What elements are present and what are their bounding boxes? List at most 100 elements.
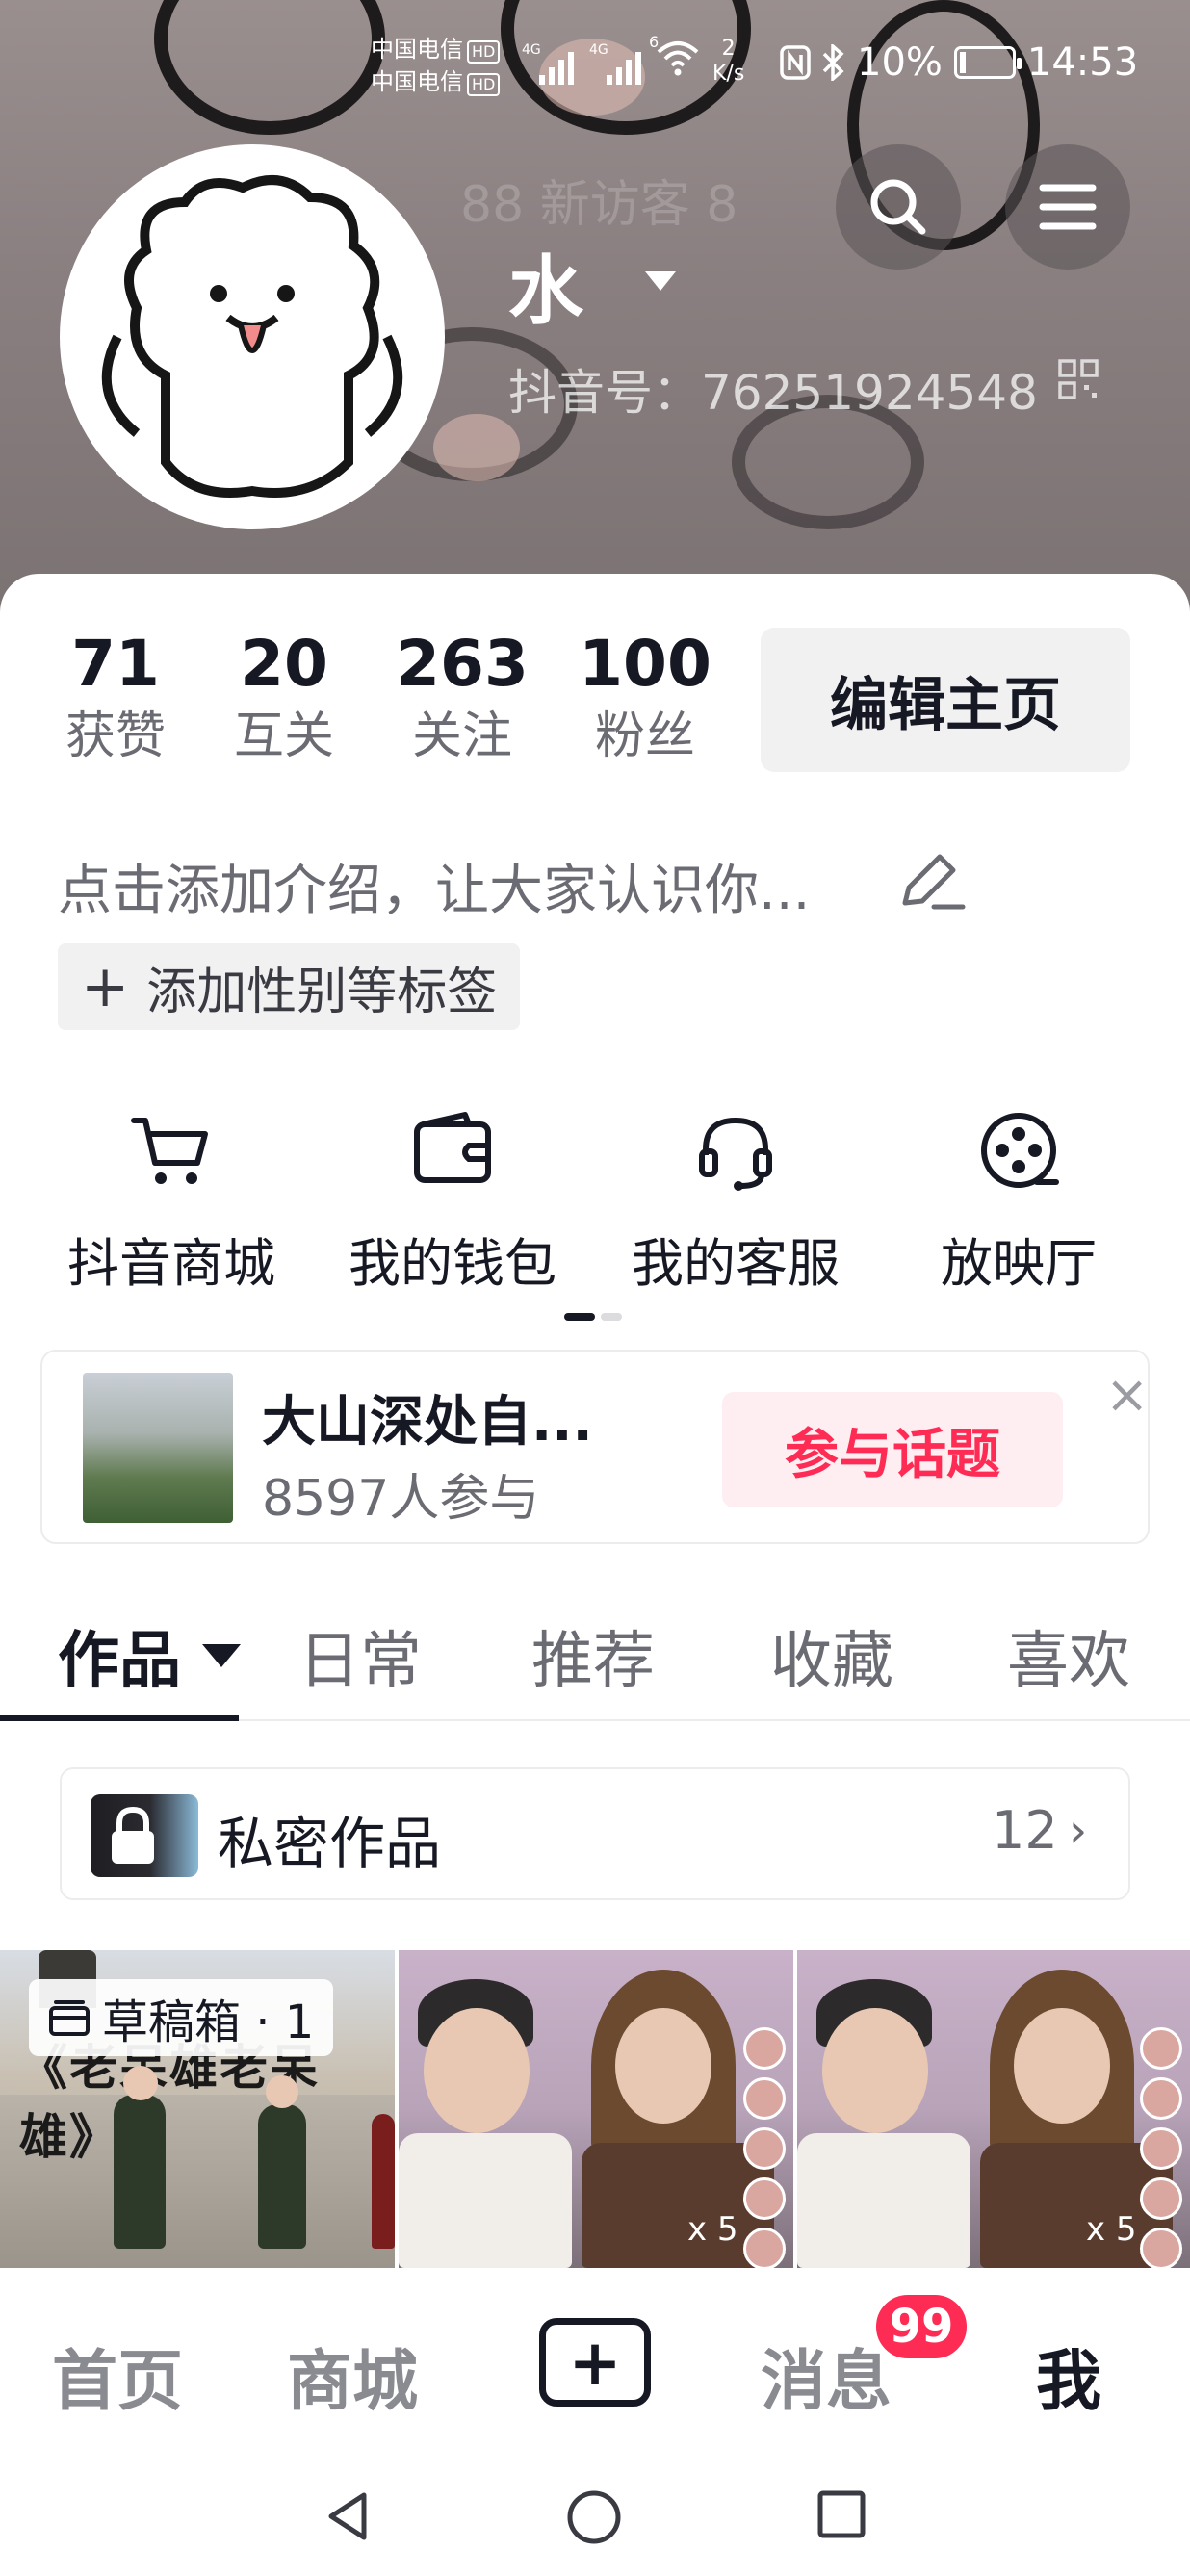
clock: 14:53 — [1026, 40, 1139, 85]
recents-square-icon[interactable] — [816, 2489, 867, 2539]
private-works-count: 12 — [992, 1800, 1058, 1861]
edit-profile-button[interactable]: 编辑主页 — [761, 628, 1130, 772]
service-label: 我的钱包 — [349, 1233, 556, 1294]
service-mall[interactable]: 抖音商城 — [27, 1107, 316, 1297]
cart-icon — [131, 1118, 208, 1184]
carrier-name: 中国电信 — [371, 36, 463, 63]
qr-code-icon[interactable] — [1057, 358, 1099, 400]
services-row: 抖音商城 我的钱包 我的客服 放映厅 — [0, 1107, 1190, 1300]
wifi-version-label: 6 — [649, 33, 660, 51]
back-triangle-icon[interactable] — [323, 2489, 372, 2543]
unread-badge: 99 — [872, 2291, 970, 2362]
stat-label: 获赞 — [65, 708, 166, 765]
status-bar: 中国电信 HD 中国电信 HD 4G 4G 6 2 K/s 10% 14:53 — [0, 0, 1190, 135]
video-grid: 《老呆雄老呆雄》 草稿箱 · 1 x 5 x 5 — [0, 1950, 1190, 2268]
menu-button[interactable] — [1005, 144, 1130, 270]
signal-icon: 4G — [589, 42, 641, 85]
tab-daily[interactable]: 日常 — [298, 1611, 422, 1700]
drafts-box-icon — [49, 2000, 90, 2036]
tab-works[interactable]: 作品 — [58, 1611, 181, 1700]
stat-label: 粉丝 — [594, 708, 695, 765]
carrier-name: 中国电信 — [371, 68, 463, 95]
video-tile-drafts[interactable]: 《老呆雄老呆雄》 草稿箱 · 1 — [0, 1950, 395, 2268]
stat-followers[interactable]: 100 粉丝 — [549, 626, 741, 770]
join-topic-button[interactable]: 参与话题 — [722, 1392, 1063, 1507]
search-button[interactable] — [836, 144, 961, 270]
services-pager — [564, 1313, 622, 1321]
topic-card[interactable]: 大山深处自... 8597人参与 参与话题 × — [40, 1350, 1150, 1544]
stat-label: 关注 — [411, 708, 512, 765]
carrier-info: 中国电信 HD 中国电信 HD — [371, 33, 501, 98]
nav-mall[interactable]: 商城 — [287, 2328, 418, 2423]
close-icon[interactable]: × — [1105, 1369, 1149, 1421]
stat-likes[interactable]: 71 获赞 — [39, 626, 193, 770]
plus-icon: + — [568, 2325, 622, 2400]
tab-recommend[interactable]: 推荐 — [531, 1611, 655, 1700]
service-wallet[interactable]: 我的钱包 — [308, 1107, 597, 1297]
service-label: 抖音商城 — [67, 1233, 275, 1294]
avatar[interactable] — [60, 144, 445, 529]
stat-number: 71 — [71, 627, 160, 701]
profile-name[interactable]: 水 — [508, 231, 583, 339]
network-type-label: 4G — [589, 42, 608, 58]
nav-me[interactable]: 我 — [1036, 2328, 1101, 2423]
account-switch-caret-icon[interactable] — [645, 271, 676, 291]
pencil-icon[interactable] — [895, 847, 969, 914]
add-tags-button[interactable]: + 添加性别等标签 — [58, 943, 521, 1030]
service-label: 放映厅 — [941, 1233, 1097, 1294]
film-reel-icon — [981, 1113, 1059, 1188]
stat-number: 263 — [396, 627, 529, 701]
search-icon — [870, 179, 926, 235]
tab-likes[interactable]: 喜欢 — [1007, 1611, 1130, 1700]
network-speed: 2 K/s — [712, 37, 744, 87]
network-speed-value: 2 — [721, 37, 736, 61]
gift-multiplier: x 5 — [687, 2210, 738, 2249]
stat-label: 互关 — [233, 708, 334, 765]
home-circle-icon[interactable] — [566, 2489, 622, 2545]
battery-percent: 10% — [857, 40, 943, 85]
douyin-id[interactable]: 抖音号：76251924548 — [508, 354, 1038, 424]
private-works-thumbnail — [91, 1794, 198, 1877]
network-speed-unit: K/s — [712, 62, 745, 86]
plus-icon: + — [81, 953, 130, 1020]
bluetooth-icon — [822, 44, 844, 81]
create-post-button[interactable]: + — [539, 2318, 651, 2407]
headset-icon — [699, 1117, 772, 1191]
live-viewer-avatars — [743, 2027, 786, 2268]
topic-title: 大山深处自... — [262, 1391, 593, 1454]
wallet-icon — [414, 1112, 491, 1183]
tab-favorites[interactable]: 收藏 — [770, 1611, 893, 1700]
doodle-decoration — [433, 414, 520, 481]
system-navigation-bar — [0, 2460, 1190, 2576]
topic-participants: 8597人参与 — [262, 1470, 540, 1528]
status-right: 10% 14:53 — [780, 40, 1138, 85]
bottom-navigation: 首页 商城 + 消息 99 我 — [0, 2268, 1190, 2460]
nfc-icon — [780, 45, 811, 80]
caret-down-icon[interactable] — [202, 1644, 241, 1667]
private-works-label: 私密作品 — [218, 1811, 442, 1876]
bio-placeholder[interactable]: 点击添加介绍，让大家认识你... — [58, 847, 810, 925]
stat-number: 100 — [579, 627, 711, 701]
network-type-label: 4G — [522, 42, 541, 58]
video-tile[interactable]: x 5 — [797, 1950, 1190, 2268]
profile-stats: 71 获赞 20 互关 263 关注 100 粉丝 — [39, 626, 741, 770]
private-works-row[interactable]: 私密作品 12 › — [60, 1767, 1130, 1900]
nav-home[interactable]: 首页 — [52, 2328, 183, 2423]
drafts-chip[interactable]: 草稿箱 · 1 — [29, 1979, 334, 2056]
gift-multiplier: x 5 — [1086, 2210, 1137, 2249]
add-tags-label: 添加性别等标签 — [146, 963, 498, 1021]
stat-mutual[interactable]: 20 互关 — [193, 626, 375, 770]
nav-messages[interactable]: 消息 — [761, 2328, 892, 2423]
service-cinema[interactable]: 放映厅 — [874, 1107, 1163, 1297]
new-visitors-hint: 88 新访客 8 — [460, 176, 738, 234]
active-tab-indicator — [0, 1715, 239, 1721]
battery-icon — [953, 46, 1022, 79]
hamburger-menu-icon — [1039, 184, 1097, 230]
topic-thumbnail — [83, 1373, 233, 1523]
drafts-label: 草稿箱 · 1 — [102, 1996, 315, 2049]
chevron-right-icon: › — [1069, 1804, 1088, 1858]
wifi-icon: 6 — [649, 33, 701, 88]
stat-following[interactable]: 263 关注 — [375, 626, 549, 770]
video-tile[interactable]: x 5 — [399, 1950, 793, 2268]
service-customer-support[interactable]: 我的客服 — [591, 1107, 880, 1297]
